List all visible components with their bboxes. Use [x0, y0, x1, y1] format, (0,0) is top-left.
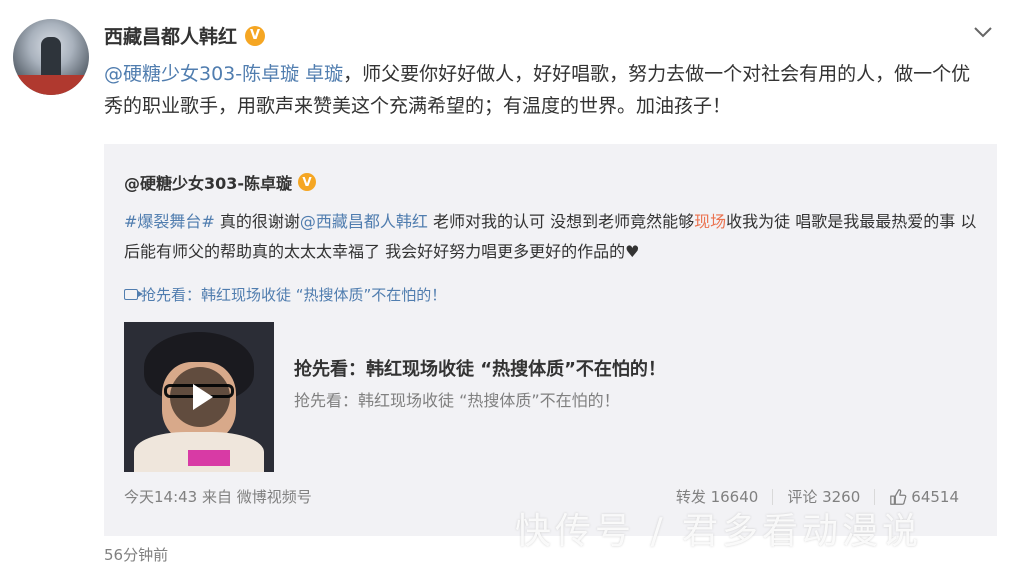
video-icon: [124, 289, 143, 300]
avatar-banner: [13, 75, 89, 95]
highlight-keyword[interactable]: 现场: [694, 212, 726, 231]
verified-badge-icon: V: [245, 25, 266, 46]
quoted-post: @硬糖少女303-陈卓璇 V #爆裂舞台# 真的很谢谢@西藏昌都人韩红 老师对我…: [104, 144, 997, 536]
author-name[interactable]: 西藏昌都人韩红: [104, 22, 237, 49]
thumbnail-tag: [188, 450, 230, 466]
quoted-text: #爆裂舞台# 真的很谢谢@西藏昌都人韩红 老师对我的认可 没想到老师竟然能够现场…: [124, 207, 984, 267]
video-link[interactable]: 抢先看：韩红现场收徒 “热搜体质”不在怕的！: [124, 284, 446, 305]
quoted-mention-link[interactable]: @西藏昌都人韩红: [300, 212, 428, 231]
author-avatar[interactable]: [13, 19, 89, 95]
avatar-figure: [41, 37, 61, 77]
quoted-author-name[interactable]: @硬糖少女303-陈卓璇: [124, 170, 292, 194]
chevron-down-icon[interactable]: [972, 22, 994, 42]
video-thumbnail[interactable]: [124, 322, 274, 472]
hashtag-link[interactable]: #爆裂舞台#: [124, 212, 215, 231]
post-timestamp[interactable]: 56分钟前: [104, 544, 168, 563]
play-icon[interactable]: [170, 367, 230, 427]
video-card-title[interactable]: 抢先看：韩红现场收徒 “热搜体质”不在怕的！: [294, 355, 666, 381]
quoted-meta: 今天14:43 来自 微博视频号: [124, 488, 312, 506]
video-card-subtitle: 抢先看：韩红现场收徒 “热搜体质”不在怕的！: [294, 391, 620, 410]
watermark: 快传号 / 君多看动漫说: [515, 511, 923, 552]
author-header: 西藏昌都人韩红 V: [104, 22, 266, 49]
quoted-text-part-1: 真的很谢谢: [214, 212, 300, 231]
video-link-label: 抢先看：韩红现场收徒 “热搜体质”不在怕的！: [141, 286, 447, 304]
post-mention-link[interactable]: @硬糖少女303-陈卓璇 卓璇: [104, 63, 343, 85]
quoted-text-part-2: 老师对我的认可 没想到老师竟然能够: [427, 212, 695, 231]
quoted-author: @硬糖少女303-陈卓璇 V: [124, 170, 317, 194]
verified-badge-icon: V: [298, 173, 317, 191]
post-text: @硬糖少女303-陈卓璇 卓璇，师父要你好好做人，好好唱歌，努力去做一个对社会有…: [104, 58, 984, 122]
